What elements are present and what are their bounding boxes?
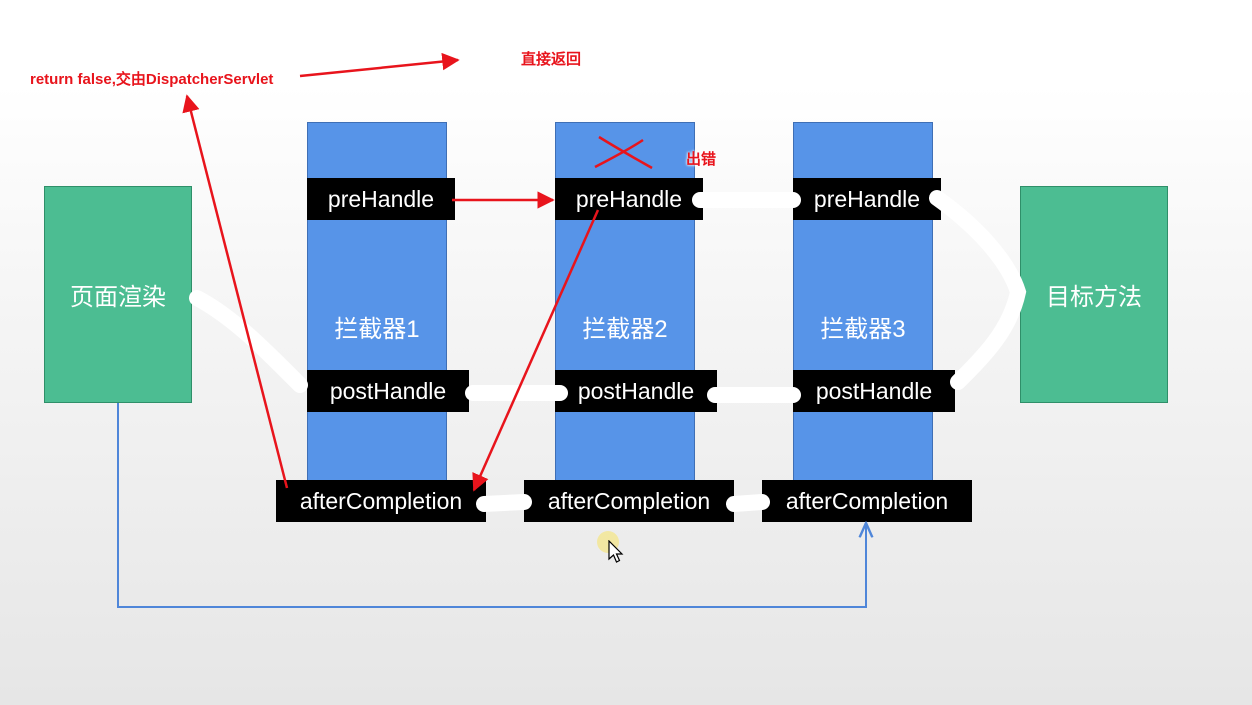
- flow-connectors: [117, 52, 1027, 608]
- error-cross-icon: [594, 135, 653, 170]
- error-to-aftercompletion-arrow: [472, 209, 600, 492]
- direct-return-annotation: 直接返回: [521, 51, 582, 68]
- mouse-pointer-icon: [608, 540, 624, 563]
- direct-return-arrow: [299, 52, 460, 78]
- white-flow-strokes: [189, 190, 1027, 512]
- return-false-annotation: return false,交由DispatcherServlet: [30, 71, 274, 88]
- error-annotation: 出错: [686, 151, 717, 168]
